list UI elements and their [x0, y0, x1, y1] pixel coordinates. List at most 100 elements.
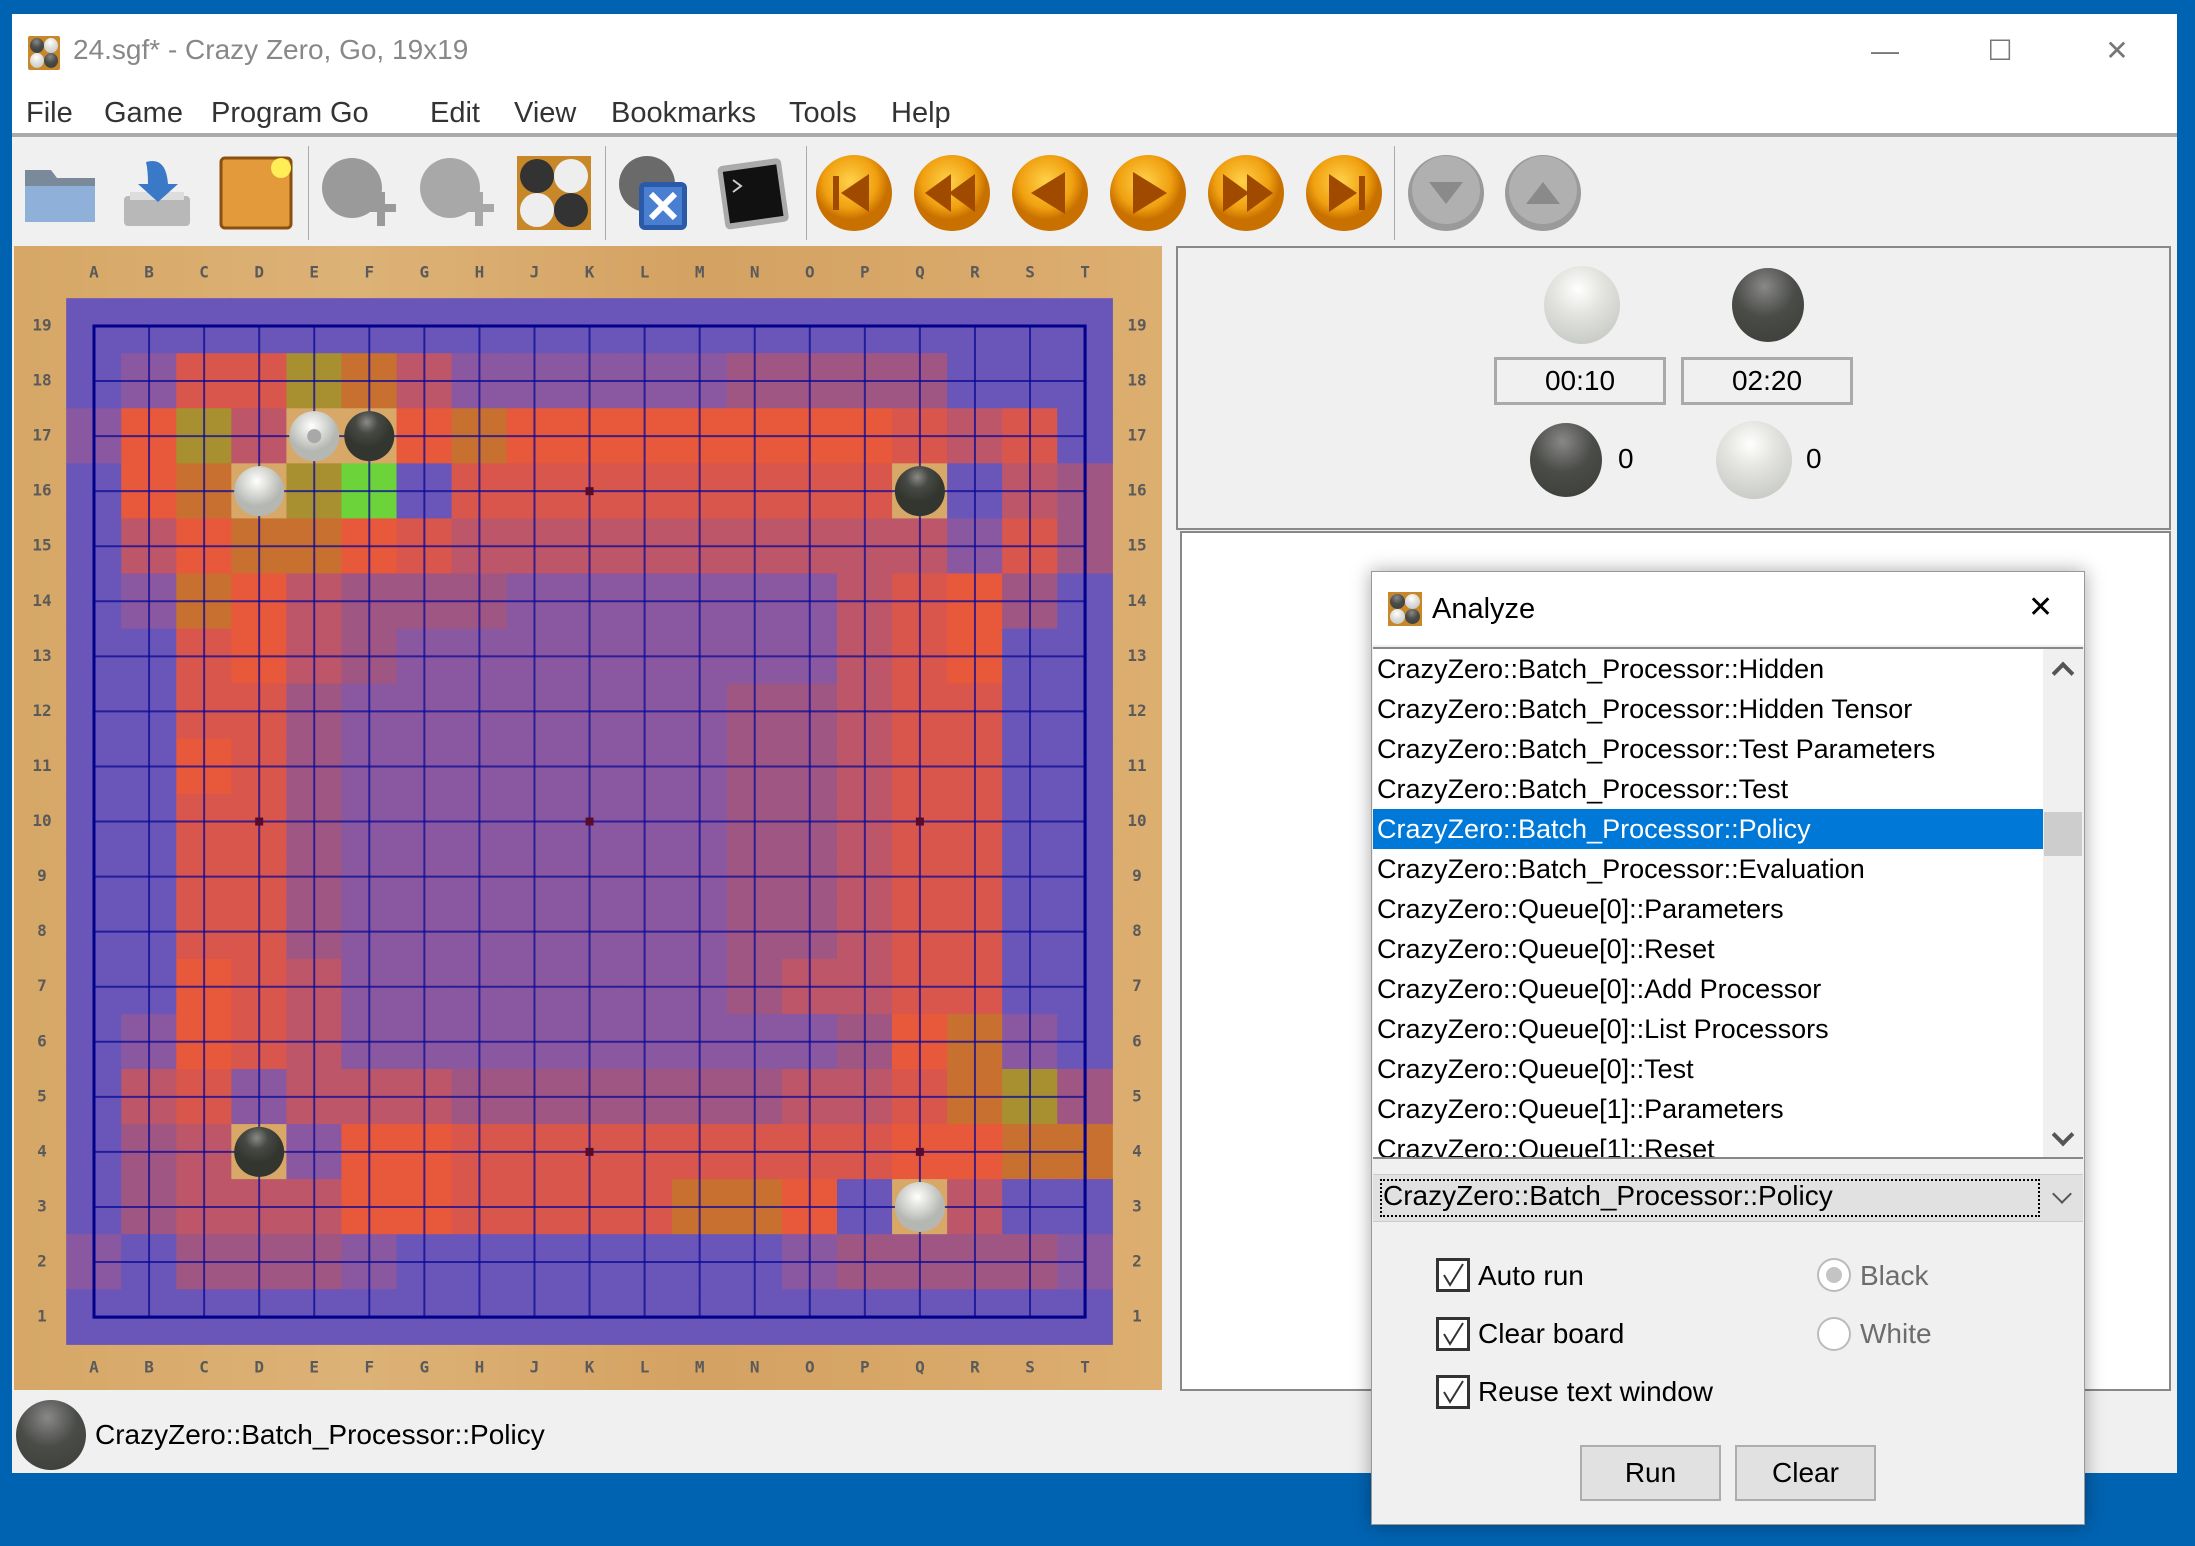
forward-ten-icon[interactable]	[1205, 152, 1287, 234]
clear-button[interactable]: Clear	[1735, 1445, 1876, 1501]
command-list-item[interactable]: CrazyZero::Batch_Processor::Evaluation	[1373, 849, 2043, 889]
black-player-stone-icon	[1732, 268, 1804, 342]
close-button[interactable]: ✕	[2092, 28, 2142, 74]
scroll-down-icon[interactable]	[2051, 1123, 2075, 1147]
row-label: 4	[1132, 1141, 1142, 1160]
white-stone[interactable]	[234, 466, 285, 517]
last-move-icon[interactable]	[1303, 152, 1385, 234]
clear-board-label: Clear board	[1478, 1318, 1625, 1349]
white-stone[interactable]	[894, 1181, 945, 1232]
column-label: S	[1025, 263, 1035, 282]
auto-run-checkbox[interactable]	[1436, 1258, 1470, 1292]
column-label: E	[309, 1358, 319, 1377]
row-label: 8	[37, 921, 47, 940]
column-label: B	[144, 263, 154, 282]
column-label: Q	[915, 1358, 925, 1377]
row-label: 6	[1132, 1031, 1142, 1050]
black-radio-label: Black	[1860, 1260, 1929, 1291]
column-label: G	[420, 1358, 430, 1377]
command-list-item[interactable]: CrazyZero::Batch_Processor::Test Paramet…	[1373, 729, 2043, 769]
column-label: C	[199, 263, 209, 282]
column-label: C	[199, 1358, 209, 1377]
white-radio[interactable]	[1817, 1317, 1851, 1351]
row-label: 2	[1132, 1252, 1142, 1271]
black-stone[interactable]	[344, 411, 395, 462]
command-list-item[interactable]: CrazyZero::Queue[0]::Add Processor	[1373, 969, 2043, 1009]
previous-variation-icon[interactable]	[1502, 152, 1584, 234]
row-label: 2	[37, 1252, 47, 1271]
command-list-item[interactable]: CrazyZero::Queue[1]::Reset	[1373, 1129, 2043, 1157]
next-variation-icon[interactable]	[1405, 152, 1487, 234]
reuse-text-window-checkbox[interactable]	[1436, 1375, 1470, 1409]
command-list-item[interactable]: CrazyZero::Batch_Processor::Test	[1373, 769, 2043, 809]
row-label: 9	[1132, 866, 1142, 885]
command-list-item[interactable]: CrazyZero::Batch_Processor::Hidden	[1373, 649, 2043, 689]
row-label: 5	[37, 1086, 47, 1105]
command-list-item[interactable]: CrazyZero::Batch_Processor::Policy	[1373, 809, 2043, 849]
black-radio[interactable]	[1817, 1258, 1851, 1292]
row-label: 7	[37, 976, 47, 995]
white-player-stone-icon	[1544, 266, 1620, 344]
scroll-up-icon[interactable]	[2051, 661, 2075, 685]
column-label: Q	[915, 263, 925, 282]
column-label: F	[364, 263, 374, 282]
column-label: J	[530, 1358, 540, 1377]
maximize-button[interactable]: ☐	[1975, 28, 2025, 74]
column-label: O	[805, 263, 815, 282]
row-label: 3	[37, 1196, 47, 1215]
analyze-dialog: Analyze ✕ CrazyZero::Batch_Processor::Hi…	[1371, 571, 2085, 1525]
white-captures: 0	[1806, 443, 1822, 474]
white-captures-stone-icon	[1716, 421, 1792, 499]
row-label: 14	[32, 591, 51, 610]
chevron-down-icon[interactable]	[2052, 1184, 2072, 1204]
row-label: 16	[1127, 481, 1146, 500]
column-label: A	[89, 263, 99, 282]
list-scrollbar[interactable]	[2043, 649, 2083, 1157]
last-move-marker	[307, 429, 322, 444]
column-label: G	[420, 263, 430, 282]
clear-board-checkbox[interactable]	[1436, 1317, 1470, 1351]
black-stone[interactable]	[894, 466, 945, 517]
check-icon	[1443, 1322, 1464, 1346]
row-label: 4	[37, 1141, 47, 1160]
dialog-close-button[interactable]: ✕	[2028, 590, 2053, 625]
minimize-button[interactable]: —	[1860, 28, 1910, 74]
check-icon	[1443, 1263, 1464, 1287]
column-label: M	[695, 1358, 705, 1377]
row-label: 19	[1127, 316, 1146, 335]
status-text: CrazyZero::Batch_Processor::Policy	[95, 1419, 545, 1450]
command-list-item[interactable]: CrazyZero::Queue[0]::Test	[1373, 1049, 2043, 1089]
column-label: S	[1025, 1358, 1035, 1377]
run-button[interactable]: Run	[1580, 1445, 1721, 1501]
row-label: 5	[1132, 1086, 1142, 1105]
board-canvas[interactable]: AABBCCDDEEFFGGHHJJKKLLMMNNOOPPQQRRSSTT19…	[0, 0, 1170, 1400]
command-list-item[interactable]: CrazyZero::Batch_Processor::Hidden Tenso…	[1373, 689, 2043, 729]
hoshi-point	[585, 1147, 594, 1156]
command-list-item[interactable]: CrazyZero::Queue[0]::List Processors	[1373, 1009, 2043, 1049]
white-radio-label: White	[1860, 1318, 1932, 1349]
row-label: 15	[1127, 536, 1146, 555]
command-list-item[interactable]: CrazyZero::Queue[1]::Parameters	[1373, 1089, 2043, 1129]
row-label: 13	[32, 646, 51, 665]
row-label: 19	[32, 316, 51, 335]
reuse-text-window-label: Reuse text window	[1478, 1376, 1714, 1407]
black-clock: 02:20	[1681, 357, 1853, 405]
row-label: 12	[1127, 701, 1146, 720]
column-label: T	[1080, 263, 1090, 282]
row-label: 3	[1132, 1196, 1142, 1215]
hoshi-point	[915, 817, 924, 826]
scroll-thumb[interactable]	[2044, 812, 2082, 856]
black-stone[interactable]	[234, 1126, 285, 1177]
command-combo[interactable]: CrazyZero::Batch_Processor::Policy	[1373, 1174, 2083, 1222]
player-info-panel	[1176, 246, 2171, 530]
command-list-item[interactable]: CrazyZero::Queue[0]::Parameters	[1373, 889, 2043, 929]
row-label: 11	[1127, 756, 1146, 775]
command-list-item[interactable]: CrazyZero::Queue[0]::Reset	[1373, 929, 2043, 969]
command-list[interactable]: CrazyZero::Batch_Processor::Hidden CrazyZ…	[1373, 647, 2083, 1159]
row-label: 1	[37, 1307, 47, 1326]
row-label: 17	[1127, 426, 1146, 445]
hoshi-point	[255, 817, 264, 826]
row-label: 17	[32, 426, 51, 445]
row-label: 6	[37, 1031, 47, 1050]
white-clock: 00:10	[1494, 357, 1666, 405]
